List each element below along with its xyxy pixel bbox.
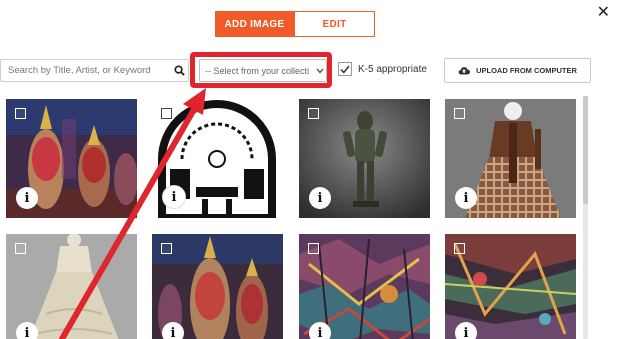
image-card[interactable]: i: [299, 234, 430, 339]
select-checkbox[interactable]: [161, 108, 172, 119]
upload-from-computer-button[interactable]: UPLOAD FROM COMPUTER: [444, 58, 591, 83]
select-checkbox[interactable]: [15, 108, 26, 119]
info-icon[interactable]: i: [455, 187, 477, 209]
info-icon[interactable]: i: [162, 185, 186, 209]
image-card[interactable]: i: [152, 234, 283, 339]
select-checkbox[interactable]: [308, 108, 319, 119]
select-checkbox[interactable]: [15, 243, 26, 254]
search-input[interactable]: [1, 64, 170, 77]
info-icon[interactable]: i: [309, 322, 331, 339]
collection-select[interactable]: -- Select from your collecti: [199, 59, 327, 82]
image-card[interactable]: i: [445, 234, 576, 339]
collection-select-value: -- Select from your collecti: [205, 65, 310, 76]
select-checkbox[interactable]: [454, 108, 465, 119]
info-icon[interactable]: i: [309, 187, 331, 209]
tab-edit[interactable]: EDIT: [294, 11, 375, 37]
k5-label: K-5 appropriate: [358, 63, 427, 75]
close-icon[interactable]: ✕: [597, 2, 610, 21]
grid-scrollbar[interactable]: [583, 96, 588, 339]
image-card[interactable]: i: [6, 234, 137, 339]
scrollbar-thumb[interactable]: [583, 96, 588, 204]
image-card[interactable]: i: [445, 99, 576, 218]
upload-label: UPLOAD FROM COMPUTER: [476, 66, 577, 75]
cloud-upload-icon: [458, 66, 471, 75]
k5-filter: K-5 appropriate: [338, 62, 427, 76]
info-icon[interactable]: i: [16, 187, 38, 209]
image-card[interactable]: i: [6, 99, 137, 218]
chevron-down-icon: [314, 68, 326, 74]
k5-checkbox[interactable]: [338, 62, 352, 76]
select-checkbox[interactable]: [454, 243, 465, 254]
image-grid: i i i i i i i i: [6, 99, 578, 339]
tab-add-image[interactable]: ADD IMAGE: [215, 11, 294, 37]
image-card[interactable]: i: [152, 99, 283, 218]
select-checkbox[interactable]: [308, 243, 319, 254]
search-box: [0, 59, 189, 82]
info-icon[interactable]: i: [16, 322, 38, 339]
mode-tabs: ADD IMAGE EDIT: [215, 11, 375, 37]
image-card[interactable]: i: [299, 99, 430, 218]
info-icon[interactable]: i: [455, 322, 477, 339]
select-checkbox[interactable]: [161, 243, 172, 254]
search-icon[interactable]: [172, 64, 186, 78]
info-icon[interactable]: i: [162, 322, 184, 339]
